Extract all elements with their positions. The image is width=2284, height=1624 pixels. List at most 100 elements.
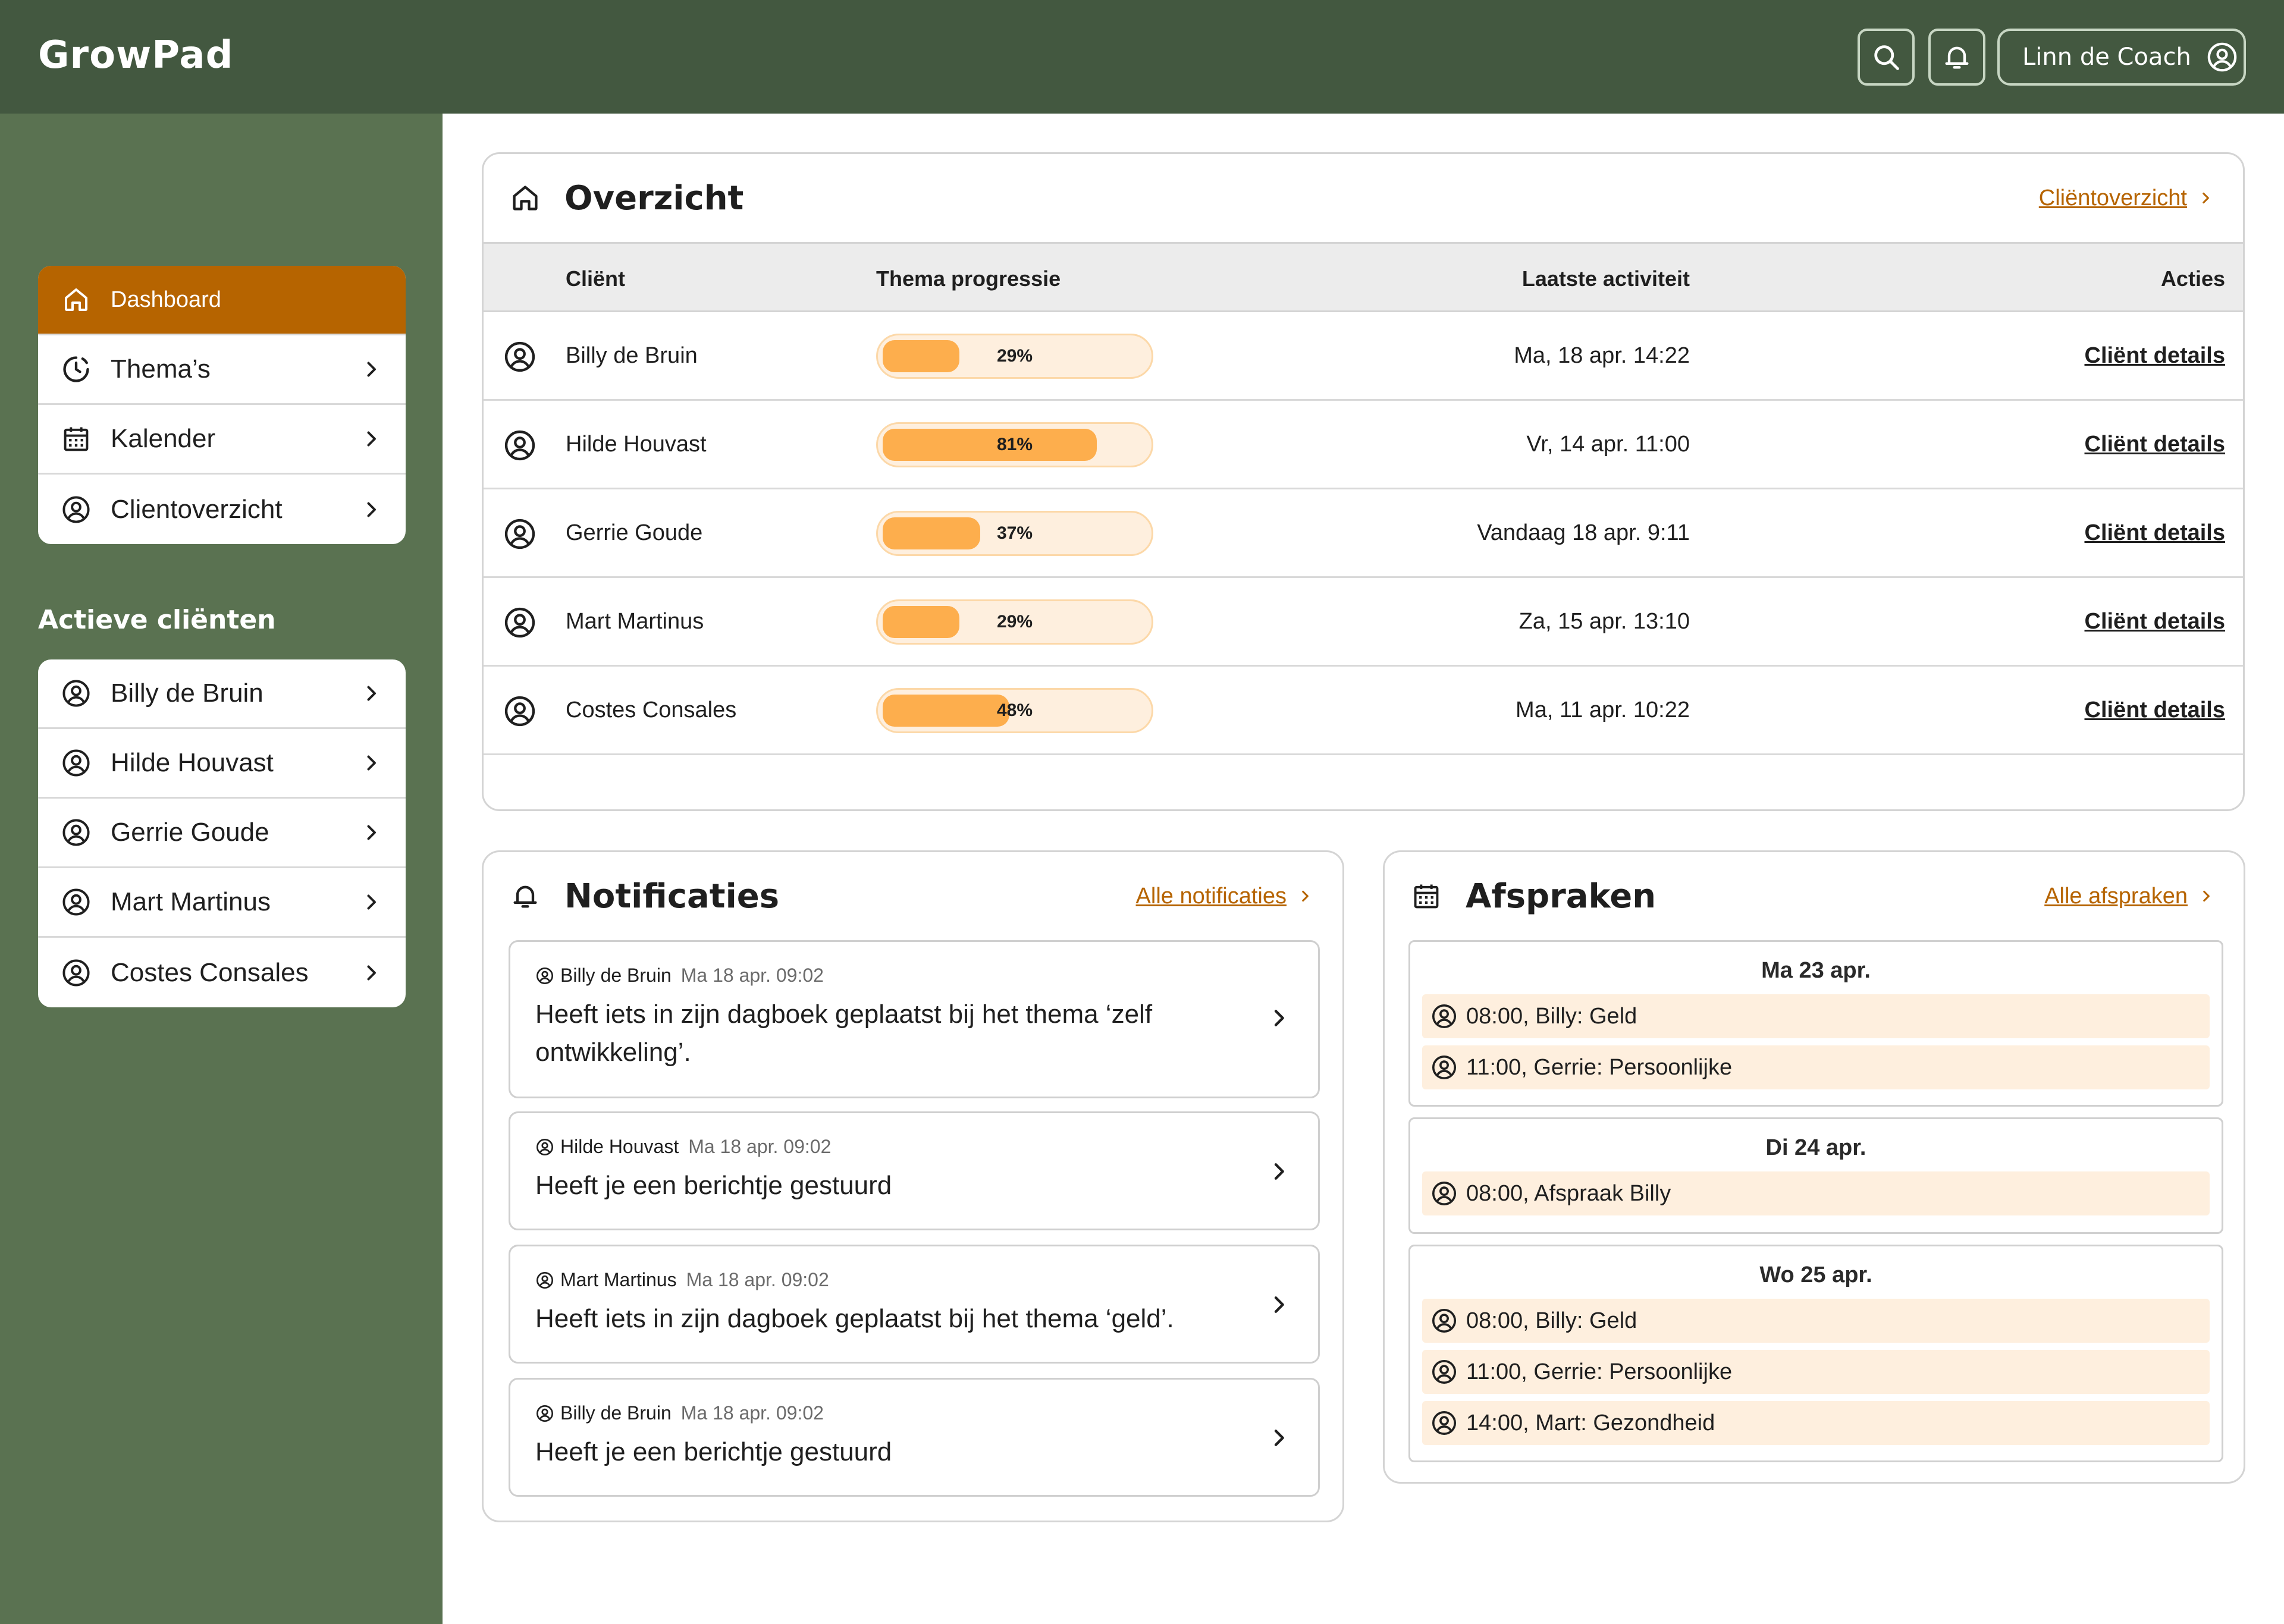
- table-row: Billy de Bruin 29% Ma, 18 apr. 14:22 Cli…: [484, 312, 2243, 401]
- appointment-day: Ma 23 apr. 08:00, Billy: Geld 11:00, Ger…: [1408, 940, 2223, 1107]
- notification-item[interactable]: Billy de Bruin Ma 18 apr. 09:02 Heeft je…: [509, 1378, 1320, 1497]
- user-circle-icon: [1430, 1054, 1458, 1081]
- chevron-right-icon: [360, 752, 382, 774]
- chevron-right-icon: [360, 962, 382, 984]
- progress-label: 29%: [996, 612, 1033, 632]
- progress-bar: 81%: [876, 422, 1153, 467]
- user-circle-icon: [503, 517, 537, 551]
- user-circle-icon: [535, 1271, 554, 1290]
- appointment-day: Wo 25 apr. 08:00, Billy: Geld 11:00, Ger…: [1408, 1245, 2223, 1462]
- progress-label: 29%: [996, 346, 1033, 366]
- user-circle-icon: [59, 956, 93, 990]
- overview-table: Cliënt Thema progressie Laatste activite…: [484, 242, 2243, 755]
- main-nav: Dashboard Thema’s Kalender Clientoverzic…: [38, 266, 406, 544]
- appointment-item[interactable]: 14:00, Mart: Gezondheid: [1422, 1401, 2210, 1445]
- link-label: Cliëntoverzicht: [2038, 185, 2187, 211]
- client-name: Costes Consales: [566, 698, 737, 723]
- notifications-button[interactable]: [1928, 29, 1985, 86]
- user-circle-icon: [59, 493, 93, 526]
- progress-bar: 29%: [876, 599, 1153, 645]
- appointment-item[interactable]: 08:00, Afspraak Billy: [1422, 1171, 2210, 1215]
- bell-icon: [1941, 42, 1972, 73]
- client-name: Mart Martinus: [111, 887, 271, 916]
- nav-item-themas[interactable]: Thema’s: [38, 335, 406, 405]
- client-name: Hilde Houvast: [111, 748, 274, 777]
- progress-icon: [59, 353, 93, 386]
- appointment-item[interactable]: 11:00, Gerrie: Persoonlijke: [1422, 1045, 2210, 1089]
- notification-item[interactable]: Billy de Bruin Ma 18 apr. 09:02 Heeft ie…: [509, 940, 1320, 1098]
- chevron-right-icon: [1267, 1293, 1291, 1317]
- user-circle-icon: [59, 816, 93, 849]
- client-details-link[interactable]: Cliënt details: [2085, 609, 2226, 634]
- notification-time: Ma 18 apr. 09:02: [688, 1136, 832, 1157]
- nav-item-kalender[interactable]: Kalender: [38, 405, 406, 475]
- client-details-link[interactable]: Cliënt details: [2085, 698, 2226, 723]
- appointment-item[interactable]: 11:00, Gerrie: Persoonlijke: [1422, 1350, 2210, 1394]
- user-circle-icon: [1430, 1180, 1458, 1207]
- client-details-link[interactable]: Cliënt details: [2085, 432, 2226, 457]
- client-item[interactable]: Mart Martinus: [38, 868, 406, 938]
- chevron-right-icon: [360, 499, 382, 520]
- table-row: Hilde Houvast 81% Vr, 14 apr. 11:00 Clië…: [484, 401, 2243, 489]
- user-circle-icon: [535, 966, 554, 985]
- app-logo[interactable]: GrowPad: [38, 33, 233, 77]
- appointment-item[interactable]: 08:00, Billy: Geld: [1422, 994, 2210, 1038]
- notification-message: Heeft je een berichtje gestuurd: [535, 1437, 892, 1466]
- all-appointments-link[interactable]: Alle afspraken: [2044, 852, 2214, 940]
- chevron-right-icon: [1297, 888, 1313, 904]
- appointment-item[interactable]: 08:00, Billy: Geld: [1422, 1299, 2210, 1343]
- user-menu-button[interactable]: Linn de Coach: [1997, 29, 2246, 86]
- search-button[interactable]: [1858, 29, 1915, 86]
- appointment-label: 08:00, Afspraak Billy: [1466, 1180, 1671, 1206]
- notification-author: Billy de Bruin: [560, 965, 672, 986]
- client-item[interactable]: Costes Consales: [38, 938, 406, 1007]
- user-circle-icon: [1430, 1409, 1458, 1437]
- nav-item-clientoverzicht[interactable]: Clientoverzicht: [38, 475, 406, 544]
- progress-label: 37%: [996, 523, 1033, 543]
- all-notifications-link[interactable]: Alle notificaties: [1136, 852, 1313, 940]
- notifications-header: Notificaties Alle notificaties: [484, 852, 1342, 940]
- user-circle-icon: [59, 677, 93, 710]
- user-circle-icon: [503, 428, 537, 463]
- active-clients-list: Billy de Bruin Hilde Houvast Gerrie Goud…: [38, 659, 406, 1007]
- client-item[interactable]: Gerrie Goude: [38, 799, 406, 868]
- notification-meta: Hilde Houvast Ma 18 apr. 09:02: [535, 1136, 831, 1158]
- link-label: Alle afspraken: [2044, 883, 2188, 909]
- notification-item[interactable]: Mart Martinus Ma 18 apr. 09:02 Heeft iet…: [509, 1245, 1320, 1364]
- client-name: Billy de Bruin: [111, 679, 263, 708]
- progress-label: 48%: [996, 701, 1033, 720]
- last-activity: Za, 15 apr. 13:10: [1519, 609, 1690, 634]
- user-circle-icon: [535, 1138, 554, 1157]
- client-details-link[interactable]: Cliënt details: [2085, 343, 2226, 369]
- user-circle-icon: [59, 885, 93, 919]
- client-name: Costes Consales: [111, 957, 309, 987]
- nav-item-dashboard[interactable]: Dashboard: [38, 266, 406, 335]
- progress-bar: 37%: [876, 511, 1153, 556]
- notification-message: Heeft iets in zijn dagboek geplaatst bij…: [535, 1304, 1174, 1333]
- column-client: Cliënt: [566, 266, 626, 291]
- client-item[interactable]: Hilde Houvast: [38, 729, 406, 799]
- client-name: Gerrie Goude: [111, 818, 269, 847]
- user-circle-icon: [503, 694, 537, 728]
- home-icon: [59, 283, 93, 316]
- client-details-link[interactable]: Cliënt details: [2085, 520, 2226, 546]
- chevron-right-icon: [360, 683, 382, 704]
- chevron-right-icon: [1267, 1006, 1291, 1030]
- client-overview-link[interactable]: Cliëntoverzicht: [2039, 154, 2213, 242]
- notification-author: Billy de Bruin: [560, 1402, 672, 1424]
- user-circle-icon: [59, 746, 93, 780]
- client-name: Gerrie Goude: [566, 520, 703, 545]
- appointments-card: Afspraken Alle afspraken Ma 23 apr. 08:0…: [1383, 850, 2245, 1484]
- chevron-right-icon: [360, 891, 382, 913]
- chevron-right-icon: [1267, 1426, 1291, 1450]
- client-item[interactable]: Billy de Bruin: [38, 659, 406, 729]
- user-circle-icon: [1430, 1358, 1458, 1386]
- notification-author: Hilde Houvast: [560, 1136, 679, 1157]
- client-name: Hilde Houvast: [566, 432, 707, 457]
- notification-time: Ma 18 apr. 09:02: [680, 1402, 824, 1424]
- appointment-label: 08:00, Billy: Geld: [1466, 1003, 1637, 1029]
- chevron-right-icon: [1267, 1160, 1291, 1183]
- notification-meta: Billy de Bruin Ma 18 apr. 09:02: [535, 965, 824, 987]
- sidebar: Dashboard Thema’s Kalender Clientoverzic…: [0, 114, 443, 1624]
- notification-item[interactable]: Hilde Houvast Ma 18 apr. 09:02 Heeft je …: [509, 1111, 1320, 1230]
